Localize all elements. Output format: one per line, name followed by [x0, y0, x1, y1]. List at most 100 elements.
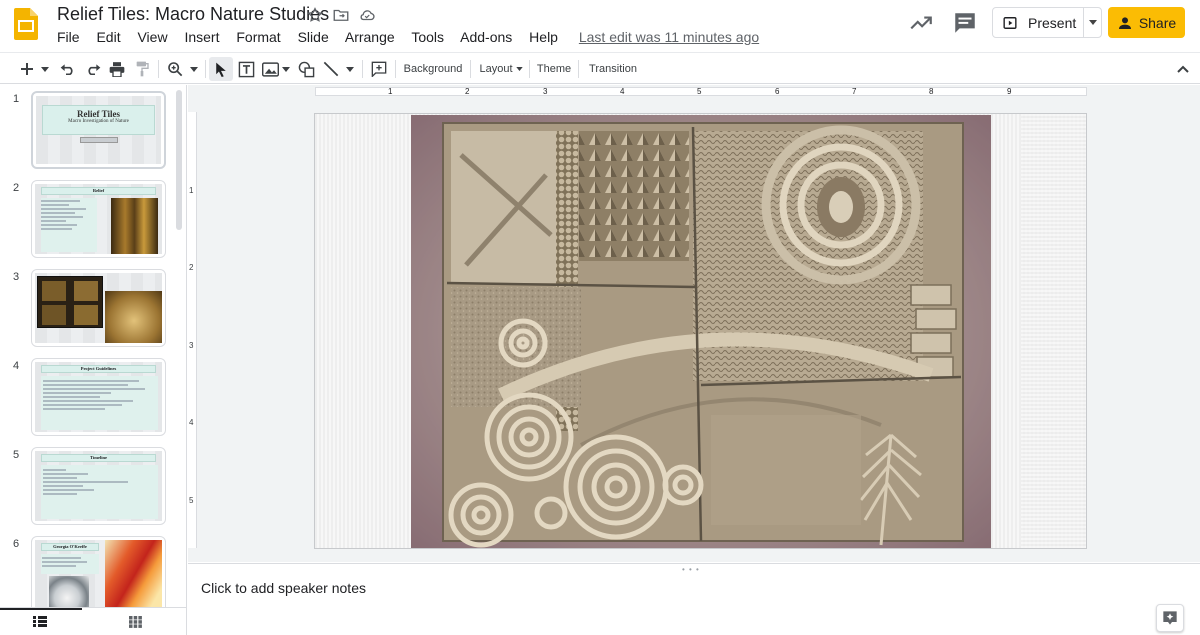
slide-thumbnail-2[interactable]: Relief — [31, 180, 166, 258]
slide-editor: 1 2 3 4 5 6 7 8 9 1 2 3 4 5 — [188, 85, 1200, 562]
select-tool-button[interactable] — [209, 57, 233, 81]
shape-button[interactable] — [295, 57, 317, 81]
undo-button[interactable] — [57, 57, 79, 81]
add-comment-button[interactable] — [368, 57, 390, 81]
collapse-toolbar-button[interactable] — [1172, 57, 1194, 81]
caret-down-icon — [1089, 20, 1097, 25]
background-button[interactable]: Background — [400, 57, 466, 81]
thumb-body-text — [41, 376, 158, 430]
insert-image-button[interactable] — [259, 57, 281, 81]
share-label: Share — [1138, 14, 1177, 31]
redo-button[interactable] — [82, 57, 104, 81]
plus-icon — [21, 63, 33, 75]
redo-icon — [88, 64, 101, 75]
ruler-tick: 5 — [697, 87, 702, 96]
menu-view[interactable]: View — [137, 29, 167, 45]
undo-icon — [60, 64, 73, 75]
notes-resize-handle[interactable]: • • • — [682, 565, 700, 574]
line-dropdown[interactable] — [343, 57, 357, 81]
filmstrip-view-icon[interactable] — [33, 616, 47, 627]
last-edit-link[interactable]: Last edit was 11 minutes ago — [579, 29, 759, 45]
thumb-title: Relief — [41, 187, 156, 195]
activity-trend-icon[interactable] — [908, 10, 934, 36]
ruler-tick: 4 — [620, 87, 625, 96]
menu-slide[interactable]: Slide — [298, 29, 329, 45]
insert-image-dropdown[interactable] — [280, 57, 292, 81]
layout-button[interactable]: Layout — [476, 57, 526, 81]
horizontal-ruler[interactable]: 1 2 3 4 5 6 7 8 9 — [315, 87, 1087, 96]
thumb-button-shape — [80, 137, 118, 143]
menu-tools[interactable]: Tools — [411, 29, 444, 45]
share-button[interactable]: Share — [1108, 7, 1185, 38]
present-label: Present — [1028, 14, 1077, 31]
transition-button[interactable]: Transition — [584, 57, 642, 81]
slide-number: 6 — [13, 538, 20, 550]
print-button[interactable] — [106, 57, 128, 81]
ruler-tick: 1 — [189, 186, 194, 195]
relief-scene-image — [105, 291, 162, 343]
menu-addons[interactable]: Add-ons — [460, 29, 512, 45]
slide-background-pattern — [1021, 114, 1086, 548]
slide-thumbnail-3[interactable] — [31, 269, 166, 347]
ruler-tick: 5 — [189, 496, 194, 505]
slide-thumbnail-5[interactable]: Timeline — [31, 447, 166, 525]
text-box-button[interactable] — [235, 57, 257, 81]
slide-canvas[interactable] — [314, 113, 1087, 549]
move-folder-icon[interactable] — [332, 6, 350, 24]
slides-logo-icon[interactable] — [14, 8, 38, 40]
present-button[interactable]: Present — [993, 8, 1083, 37]
present-dropdown-button[interactable] — [1083, 8, 1102, 37]
slide-thumbnail-1[interactable]: Relief Tiles Macro Investigation of Natu… — [31, 91, 166, 169]
relief-panels-image — [37, 276, 103, 328]
zoom-icon — [168, 62, 183, 77]
menu-insert[interactable]: Insert — [184, 29, 219, 45]
ruler-tick: 4 — [189, 418, 194, 427]
comment-history-icon[interactable] — [952, 10, 978, 36]
person-share-icon — [1118, 16, 1131, 29]
slide-thumbnail-4[interactable]: Project Guidelines — [31, 358, 166, 436]
ruler-tick: 2 — [189, 263, 194, 272]
star-icon[interactable] — [306, 6, 324, 24]
menu-format[interactable]: Format — [236, 29, 280, 45]
menu-help[interactable]: Help — [529, 29, 558, 45]
add-comment-icon — [371, 61, 387, 77]
menu-edit[interactable]: Edit — [96, 29, 120, 45]
vertical-ruler[interactable]: 1 2 3 4 5 — [188, 112, 197, 548]
paint-format-button[interactable] — [131, 57, 153, 81]
zoom-dropdown[interactable] — [187, 57, 201, 81]
explore-icon — [1163, 611, 1177, 625]
caret-down-icon — [515, 67, 523, 71]
present-button-group: Present — [992, 7, 1102, 38]
speaker-notes-placeholder[interactable]: Click to add speaker notes — [201, 580, 366, 596]
zoom-button[interactable] — [164, 57, 186, 81]
theme-button[interactable]: Theme — [534, 57, 574, 81]
speaker-notes-panel[interactable]: • • • Click to add speaker notes — [188, 563, 1200, 635]
line-button[interactable] — [320, 57, 342, 81]
slide-thumbnail-6[interactable]: Georgia O'Keeffe — [31, 536, 166, 614]
slide-number: 4 — [13, 360, 20, 372]
line-icon — [323, 61, 339, 77]
chevron-up-icon — [1177, 65, 1189, 73]
document-title[interactable]: Relief Tiles: Macro Nature Studies — [57, 4, 329, 25]
menu-file[interactable]: File — [57, 29, 80, 45]
filmstrip-scrollbar[interactable] — [176, 90, 182, 230]
thumb-body-text — [41, 198, 97, 252]
new-slide-button[interactable] — [16, 57, 38, 81]
thumb-title: Relief Tiles — [77, 109, 120, 119]
thumb-body-text — [41, 465, 158, 519]
ruler-tick: 3 — [189, 341, 194, 350]
menu-arrange[interactable]: Arrange — [345, 29, 395, 45]
relief-tile-photo[interactable] — [411, 115, 991, 549]
explore-button[interactable] — [1156, 604, 1184, 632]
filmstrip-view-toggle — [0, 607, 186, 635]
slide-number: 2 — [13, 182, 20, 194]
grid-view-icon[interactable] — [129, 616, 142, 628]
thumb-title-box: Relief Tiles Macro Investigation of Natu… — [42, 105, 155, 135]
present-icon — [1003, 16, 1017, 29]
new-slide-dropdown[interactable] — [38, 57, 52, 81]
shape-icon — [298, 61, 314, 77]
thumb-subtitle: Macro Investigation of Nature — [68, 119, 129, 124]
cloud-status-icon[interactable] — [358, 6, 376, 24]
ruler-tick: 9 — [1007, 87, 1012, 96]
slide-number: 1 — [13, 93, 20, 105]
